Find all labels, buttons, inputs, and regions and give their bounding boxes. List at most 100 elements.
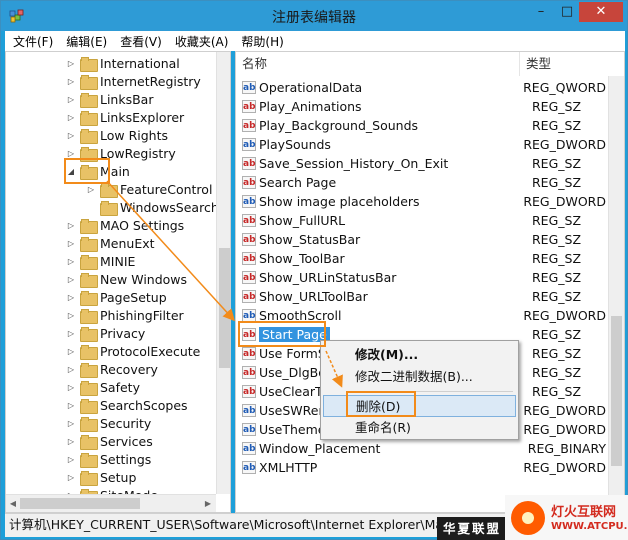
folder-icon: [100, 200, 118, 216]
tree-item[interactable]: WindowsSearch: [86, 198, 219, 216]
folder-icon: [80, 56, 98, 72]
menu-view[interactable]: 查看(V): [120, 33, 162, 50]
tree-item[interactable]: ▷ Low Rights: [66, 126, 168, 144]
value-row[interactable]: ab Window_Placement REG_BINARY: [236, 439, 606, 458]
tree-item[interactable]: ▷ International: [66, 54, 180, 72]
menu-bar: 文件(F) 编辑(E) 查看(V) 收藏夹(A) 帮助(H): [5, 31, 625, 51]
value-row[interactable]: ab XMLHTTP REG_DWORD: [236, 458, 606, 477]
tree-item[interactable]: ▷ New Windows: [66, 270, 187, 288]
values-vertical-scrollbar[interactable]: [608, 76, 624, 512]
expand-arrow-icon[interactable]: ▷: [66, 239, 76, 248]
registry-values-pane[interactable]: 名称 类型 ab OperationalData REG_QWORD ab Play_…: [235, 51, 625, 513]
tree-item[interactable]: ▷ SearchScopes: [66, 396, 188, 414]
tree-item[interactable]: ▷ Setup: [66, 468, 136, 486]
tree-item[interactable]: ▷ Services: [66, 432, 153, 450]
expand-arrow-icon[interactable]: ▷: [66, 149, 76, 158]
value-name: OperationalData: [259, 80, 363, 95]
value-row[interactable]: ab Play_Animations REG_SZ: [236, 97, 606, 116]
tree-item[interactable]: ▷ Recovery: [66, 360, 158, 378]
expand-arrow-icon[interactable]: ▷: [66, 419, 76, 428]
expand-arrow-icon[interactable]: ▷: [66, 473, 76, 482]
scroll-left-icon[interactable]: ◀: [7, 499, 19, 508]
value-type: REG_SZ: [532, 270, 582, 285]
ctx-modify[interactable]: 修改(M)...: [323, 344, 516, 366]
expand-arrow-icon[interactable]: ▷: [66, 95, 76, 104]
tree-item[interactable]: ▷ MINIE: [66, 252, 135, 270]
menu-help[interactable]: 帮助(H): [241, 33, 283, 50]
tree-item[interactable]: ▷ LinksExplorer: [66, 108, 184, 126]
tree-item[interactable]: ▷ Settings: [66, 450, 151, 468]
expand-arrow-icon[interactable]: ▷: [66, 455, 76, 464]
value-row[interactable]: ab PlaySounds REG_DWORD: [236, 135, 606, 154]
expand-arrow-icon[interactable]: ▷: [66, 437, 76, 446]
tree-item[interactable]: ▷ Safety: [66, 378, 140, 396]
value-row[interactable]: ab Show_FullURL REG_SZ: [236, 211, 606, 230]
expand-arrow-icon[interactable]: ▷: [66, 293, 76, 302]
scroll-right-icon[interactable]: ▶: [202, 499, 214, 508]
values-vertical-scroll-thumb[interactable]: [611, 316, 622, 466]
tree-item-label: WindowsSearch: [120, 199, 219, 215]
ctx-rename[interactable]: 重命名(R): [323, 417, 516, 439]
menu-file[interactable]: 文件(F): [13, 33, 53, 50]
folder-icon: [80, 110, 98, 126]
tree-item[interactable]: ▷ LinksBar: [66, 90, 154, 108]
tree-item[interactable]: ▷ PageSetup: [66, 288, 167, 306]
value-row[interactable]: ab OperationalData REG_QWORD: [236, 78, 606, 97]
expand-arrow-icon[interactable]: ▷: [66, 401, 76, 410]
tree-vertical-scrollbar[interactable]: [216, 52, 230, 494]
value-row[interactable]: ab Show_ToolBar REG_SZ: [236, 249, 606, 268]
value-row[interactable]: ab Play_Background_Sounds REG_SZ: [236, 116, 606, 135]
value-row[interactable]: ab Show_StatusBar REG_SZ: [236, 230, 606, 249]
tree-item[interactable]: ▷ Privacy: [66, 324, 145, 342]
maximize-button[interactable]: □: [555, 2, 579, 22]
expand-arrow-icon[interactable]: ▷: [66, 77, 76, 86]
expand-arrow-icon[interactable]: ▷: [66, 365, 76, 374]
column-header-name[interactable]: 名称: [236, 52, 520, 76]
value-name: Show_StatusBar: [259, 232, 361, 247]
value-name: PlaySounds: [259, 137, 331, 152]
expand-arrow-icon[interactable]: ▷: [66, 221, 76, 230]
tree-item[interactable]: ▷ MenuExt: [66, 234, 155, 252]
tree-item[interactable]: ▷ InternetRegistry: [66, 72, 201, 90]
expand-arrow-icon[interactable]: ▷: [66, 347, 76, 356]
expand-arrow-icon[interactable]: ▷: [66, 59, 76, 68]
menu-favorites[interactable]: 收藏夹(A): [175, 33, 229, 50]
expand-arrow-icon[interactable]: ▷: [66, 329, 76, 338]
value-name: Show_URLinStatusBar: [259, 270, 397, 285]
tree-horizontal-scrollbar[interactable]: ◀ ▶: [6, 494, 216, 512]
column-header-type[interactable]: 类型: [520, 52, 624, 76]
value-row[interactable]: ab Save_Session_History_On_Exit REG_SZ: [236, 154, 606, 173]
expand-arrow-icon[interactable]: ▷: [66, 275, 76, 284]
tree-item-label: MenuExt: [100, 235, 155, 251]
tree-item-label: LinksBar: [100, 91, 154, 107]
binary-value-icon: ab: [242, 461, 256, 474]
tree-item-label: International: [100, 55, 180, 71]
value-row[interactable]: ab Show image placeholders REG_DWORD: [236, 192, 606, 211]
tree-item[interactable]: ▷ Security: [66, 414, 151, 432]
value-name: Show_URLToolBar: [259, 289, 368, 304]
value-name: XMLHTTP: [259, 460, 318, 475]
folder-icon: [80, 398, 98, 414]
expand-arrow-icon[interactable]: ▷: [66, 383, 76, 392]
expand-arrow-icon[interactable]: ▷: [66, 257, 76, 266]
tree-item[interactable]: ▷ PhishingFilter: [66, 306, 184, 324]
expand-arrow-icon[interactable]: ▷: [66, 131, 76, 140]
tree-item[interactable]: ▷ ProtocolExecute: [66, 342, 200, 360]
menu-edit[interactable]: 编辑(E): [66, 33, 107, 50]
close-button[interactable]: ✕: [579, 2, 623, 22]
value-row[interactable]: ab Show_URLToolBar REG_SZ: [236, 287, 606, 306]
tree-horizontal-scroll-thumb[interactable]: [20, 498, 140, 509]
tree-item-label: SearchScopes: [100, 397, 188, 413]
expand-arrow-icon[interactable]: ▷: [66, 311, 76, 320]
minimize-button[interactable]: –: [529, 2, 553, 22]
expand-arrow-icon[interactable]: ▷: [66, 113, 76, 122]
registry-tree-pane[interactable]: ▷ International ▷ InternetRegistry ▷ LinksB…: [5, 51, 231, 513]
expand-arrow-icon[interactable]: ▷: [86, 185, 96, 194]
string-value-icon: ab: [242, 385, 256, 398]
tree-item[interactable]: ▷ MAO Settings: [66, 216, 184, 234]
value-row[interactable]: ab Show_URLinStatusBar REG_SZ: [236, 268, 606, 287]
value-row[interactable]: ab Search Page REG_SZ: [236, 173, 606, 192]
tree-vertical-scroll-thumb[interactable]: [219, 248, 230, 368]
value-type: REG_BINARY: [527, 441, 606, 456]
ctx-modify-binary[interactable]: 修改二进制数据(B)...: [323, 366, 516, 388]
